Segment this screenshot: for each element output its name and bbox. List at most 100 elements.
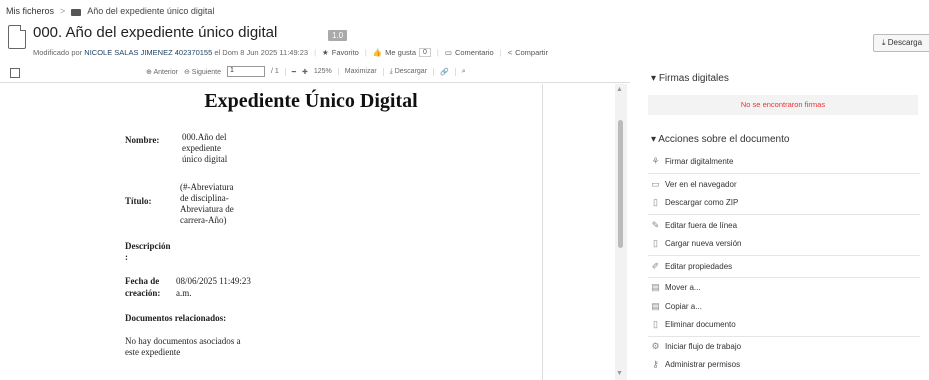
- breadcrumb: Mis ficheros > Año del expediente único …: [6, 6, 214, 16]
- descripcion-colon: :: [125, 252, 128, 262]
- previous-label: Anterior: [153, 68, 178, 76]
- page-total: / 1: [270, 68, 279, 75]
- scroll-up-icon[interactable]: ▲: [616, 86, 623, 93]
- fecha-value-line2: a.m.: [176, 288, 192, 298]
- viewer-download-button[interactable]: ⤓ Descargar: [382, 67, 428, 76]
- action-label: Editar fuera de línea: [665, 221, 738, 230]
- breadcrumb-root[interactable]: Mis ficheros: [6, 6, 54, 16]
- modified-date: el Dom 8 Jun 2025 11:49:23: [214, 48, 309, 57]
- action-firmar-digitalmente[interactable]: ⚘ Firmar digitalmente: [651, 156, 919, 167]
- action-administrar-permisos[interactable]: ⚷ Administrar permisos: [651, 360, 919, 370]
- comment-label: Comentario: [454, 48, 494, 57]
- documentos-relacionados-value: No hay documentos asociados a este exped…: [125, 336, 241, 357]
- modified-by-link[interactable]: NICOLE SALAS JIMENEZ 402370155: [84, 48, 212, 57]
- share-icon: <: [507, 48, 513, 57]
- version-badge: 1.0: [328, 30, 348, 41]
- viewer-left-margin: [0, 84, 81, 380]
- browser-icon: ▭: [651, 179, 660, 189]
- documentos-relacionados-label: Documentos relacionados:: [125, 313, 227, 323]
- action-eliminar-documento[interactable]: ▯ Eliminar documento: [651, 319, 919, 330]
- like-button[interactable]: 👍 Me gusta 0: [373, 48, 431, 57]
- previous-page-button[interactable]: ⊕ Anterior: [146, 68, 178, 76]
- next-label: Siguiente: [191, 68, 221, 76]
- action-label: Cargar nueva versión: [665, 239, 742, 248]
- fecha-label-line1: Fecha de: [125, 276, 160, 286]
- star-icon: ★: [322, 48, 329, 57]
- viewer-download-label: Descargar: [394, 67, 428, 75]
- acciones-title: Acciones sobre el documento: [658, 134, 790, 145]
- maximize-button[interactable]: Maximizar: [337, 68, 377, 75]
- action-label: Ver en el navegador: [665, 180, 737, 189]
- pencil-icon: ✎: [651, 220, 660, 230]
- sign-icon: ⚘: [651, 156, 660, 166]
- upload-icon: ▯: [653, 238, 658, 248]
- download-icon: ⤓: [882, 38, 886, 47]
- next-page-button[interactable]: ⊖ Siguiente: [184, 68, 221, 76]
- document-icon: [8, 25, 26, 49]
- share-button[interactable]: < Compartir: [508, 48, 548, 57]
- sidebar-toggle-icon[interactable]: [10, 68, 20, 78]
- breadcrumb-separator: >: [60, 6, 66, 16]
- edit-properties-icon: ✐: [651, 261, 660, 271]
- document-title: 000. Año del expediente único digital: [33, 24, 278, 41]
- action-cargar-nueva-version[interactable]: ▯ Cargar nueva versión: [651, 238, 919, 249]
- zoom-out-button[interactable]: ━: [284, 67, 296, 76]
- like-count: 0: [419, 48, 431, 57]
- action-label: Editar propiedades: [665, 262, 733, 271]
- share-label: Compartir: [515, 48, 549, 57]
- copy-icon: ▤: [651, 301, 660, 311]
- download-label: Descarga: [887, 38, 923, 47]
- zip-icon: ▯: [653, 197, 658, 207]
- thumb-up-icon: 👍: [372, 48, 383, 57]
- comment-icon: ▭: [444, 48, 452, 57]
- viewer-toolbar: ⊕ Anterior ⊖ Siguiente 1 / 1 ━ ✚ 125% Ma…: [0, 62, 630, 83]
- action-label: Iniciar flujo de trabajo: [665, 342, 742, 351]
- fecha-value-line1: 08/06/2025 11:49:23: [176, 276, 251, 286]
- page-number-input[interactable]: 1: [226, 66, 265, 77]
- acciones-section-header[interactable]: ▾ Acciones sobre el documento: [651, 134, 789, 145]
- download-icon: ⤓: [389, 67, 393, 75]
- favorite-label: Favorito: [331, 48, 359, 57]
- like-label: Me gusta: [385, 48, 416, 57]
- fecha-label-line2: creación:: [125, 288, 161, 298]
- document-meta: Modificado por NICOLE SALAS JIMENEZ 4023…: [33, 48, 549, 57]
- descripcion-label: Descripción: [125, 241, 171, 251]
- breadcrumb-current[interactable]: Año del expediente único digital: [87, 6, 214, 16]
- nombre-value: 000.Año del expediente único digital: [182, 132, 228, 164]
- favorite-button[interactable]: ★ Favorito: [322, 48, 359, 57]
- delete-icon: ▯: [653, 319, 658, 329]
- arrow-down-circle-icon: ⊖: [183, 68, 190, 76]
- zoom-level[interactable]: 125%: [314, 68, 332, 75]
- document-content-title: Expediente Único Digital: [204, 90, 418, 112]
- move-icon: ▤: [651, 282, 660, 292]
- folder-icon: [71, 8, 82, 16]
- search-icon[interactable]: ⌕: [454, 67, 466, 76]
- action-label: Administrar permisos: [665, 360, 741, 369]
- action-label: Mover a...: [665, 283, 701, 292]
- arrow-up-circle-icon: ⊕: [146, 68, 152, 76]
- viewer-scroll-thumb[interactable]: [618, 120, 623, 248]
- action-editar-propiedades[interactable]: ✐ Editar propiedades: [651, 261, 919, 272]
- workflow-icon: ⚙: [651, 341, 660, 351]
- action-copiar[interactable]: ▤ Copiar a...: [651, 301, 919, 312]
- comment-button[interactable]: ▭ Comentario: [445, 48, 494, 57]
- firmas-section-header[interactable]: ▾ Firmas digitales: [651, 73, 729, 84]
- titulo-label: Título:: [125, 196, 152, 206]
- action-ver-en-navegador[interactable]: ▭ Ver en el navegador: [651, 179, 919, 190]
- action-label: Eliminar documento: [665, 320, 736, 329]
- download-button[interactable]: ⤓ Descarga: [873, 34, 929, 52]
- scroll-down-icon[interactable]: ▼: [616, 370, 623, 377]
- zoom-in-button[interactable]: ✚: [302, 68, 308, 76]
- action-iniciar-flujo[interactable]: ⚙ Iniciar flujo de trabajo: [651, 341, 919, 352]
- modified-prefix: Modificado por: [33, 48, 83, 57]
- action-mover[interactable]: ▤ Mover a...: [651, 282, 919, 293]
- action-descargar-zip[interactable]: ▯ Descargar como ZIP: [651, 197, 919, 208]
- no-firmas-message: No se encontraron firmas: [648, 95, 918, 115]
- firmas-title: Firmas digitales: [658, 73, 729, 84]
- action-label: Copiar a...: [665, 302, 702, 311]
- nombre-label: Nombre:: [125, 135, 160, 145]
- action-label: Descargar como ZIP: [665, 198, 739, 207]
- link-icon[interactable]: 🔗: [433, 67, 449, 76]
- action-editar-fuera-linea[interactable]: ✎ Editar fuera de línea: [651, 220, 919, 231]
- titulo-value: (#-Abreviatura de disciplina- Abreviatur…: [180, 182, 234, 225]
